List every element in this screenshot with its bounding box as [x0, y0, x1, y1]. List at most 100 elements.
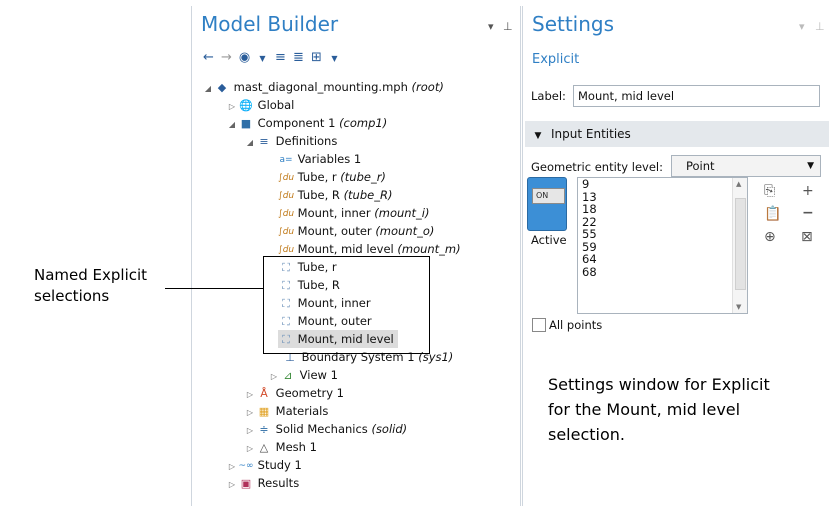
tree-item-variables[interactable]: a= Variables 1: [278, 150, 361, 168]
entity-level-caption: Geometric entity level:: [531, 160, 663, 174]
scroll-thumb[interactable]: [735, 198, 746, 290]
settings-title: Settings: [532, 12, 615, 36]
section-title: Input Entities: [551, 127, 631, 141]
tree-item-tag: (solid): [371, 422, 408, 436]
tree-item-study[interactable]: ▷ ~∞ Study 1: [226, 456, 302, 474]
list-item[interactable]: 59: [578, 240, 747, 254]
copy-icon[interactable]: ⎘: [764, 183, 775, 199]
list-item[interactable]: 55: [578, 228, 747, 241]
add-icon[interactable]: +: [802, 183, 814, 199]
integration-icon: ∫du: [278, 208, 295, 219]
tree-item-label: Component 1: [257, 116, 336, 130]
tree-item-label: Mount, mid level: [297, 242, 394, 256]
annotation-text: selection.: [548, 425, 625, 444]
integration-icon: ∫du: [278, 190, 295, 201]
list-item[interactable]: 68: [578, 265, 747, 279]
integration-icon: ∫du: [278, 172, 295, 183]
tree-item-global[interactable]: ▷ 🌐 Global: [226, 96, 294, 114]
tree-item-tag: (root): [411, 80, 444, 94]
tree-item-label: View 1: [299, 368, 338, 382]
list-item[interactable]: 64: [578, 253, 747, 266]
results-icon: ▣: [240, 476, 252, 490]
label-caption: Label:: [531, 89, 566, 103]
tree-item-label: Results: [257, 476, 300, 490]
active-label: Active: [531, 233, 567, 247]
tree-item-root[interactable]: ◢ ◆ mast_diagonal_mounting.mph (root): [202, 78, 444, 96]
tree-item-definitions[interactable]: ◢ ≡ Definitions: [244, 132, 337, 150]
component-icon: ■: [240, 116, 252, 130]
tree-item-results[interactable]: ▷ ▣ Results: [226, 474, 299, 492]
annotation-text: Named Explicit: [34, 266, 148, 284]
tree-item-mesh[interactable]: ▷ △ Mesh 1: [244, 438, 317, 456]
all-points-checkbox[interactable]: [532, 318, 546, 332]
show-icon[interactable]: ◉: [237, 50, 255, 65]
tree-item-materials[interactable]: ▷ ▦ Materials: [244, 402, 328, 420]
definitions-icon: ≡: [259, 134, 269, 148]
collapse-arrow-icon[interactable]: ◢: [244, 134, 256, 152]
zoom-to-selection-icon[interactable]: ⊕: [764, 229, 776, 245]
forward-arrow-icon[interactable]: →: [219, 50, 237, 65]
back-arrow-icon[interactable]: ←: [201, 50, 219, 65]
expand-arrow-icon[interactable]: ▷: [226, 476, 238, 494]
panel-menu-icon[interactable]: ▾: [488, 20, 494, 33]
integration-icon: ∫du: [278, 226, 295, 237]
entity-level-select[interactable]: Point ▼: [671, 155, 821, 177]
paste-icon[interactable]: 📋: [764, 206, 781, 222]
list-item[interactable]: 9: [578, 178, 747, 191]
tree-item-integration-mount-outer[interactable]: ∫du Mount, outer (mount_o): [278, 222, 434, 240]
scroll-up-icon[interactable]: ▲: [736, 180, 741, 188]
collapse-arrow-icon: ▼: [534, 131, 542, 141]
list-item[interactable]: 13: [578, 190, 747, 204]
tree-item-solid-mechanics[interactable]: ▷ ≑ Solid Mechanics (solid): [244, 420, 407, 438]
tree-item-label: Variables 1: [297, 152, 362, 166]
tree-item-tag: (mount_o): [375, 224, 435, 238]
pin-icon[interactable]: ⊥: [503, 20, 513, 33]
dropdown-arrow-icon: ▼: [807, 161, 814, 171]
list-item[interactable]: 18: [578, 203, 747, 216]
pin-icon[interactable]: ⊥: [815, 20, 825, 33]
tree-item-integration-tube-R[interactable]: ∫du Tube, R (tube_R): [278, 186, 392, 204]
panel-menu-icon[interactable]: ▾: [799, 20, 805, 33]
settings-subtitle: Explicit: [532, 52, 580, 67]
annotation-text: Settings window for Explicit: [548, 375, 770, 394]
list-scrollbar[interactable]: ▲ ▼: [732, 178, 747, 313]
show-dropdown-icon[interactable]: ▼: [255, 54, 273, 63]
collapse-arrow-icon[interactable]: ◢: [202, 80, 214, 98]
annotation-right: Settings window for Explicit for the Mou…: [548, 372, 770, 447]
label-field[interactable]: Mount, mid level: [573, 85, 820, 107]
solid-mechanics-icon: ≑: [259, 422, 269, 436]
tree-item-integration-mount-inner[interactable]: ∫du Mount, inner (mount_i): [278, 204, 430, 222]
annotation-text: for the Mount, mid level: [548, 400, 741, 419]
annotation-leader-line: [165, 288, 263, 289]
tree-item-view[interactable]: ▷ ⊿ View 1: [268, 366, 338, 384]
remove-icon[interactable]: −: [802, 205, 814, 221]
tree-item-integration-tube-r[interactable]: ∫du Tube, r (tube_r): [278, 168, 386, 186]
scroll-down-icon[interactable]: ▼: [736, 303, 741, 311]
tree-item-component[interactable]: ◢ ■ Component 1 (comp1): [226, 114, 387, 132]
model-builder-title: Model Builder: [201, 12, 339, 36]
integration-icon: ∫du: [278, 244, 295, 255]
tree-item-label: Global: [257, 98, 295, 112]
geometry-icon: Å: [260, 386, 268, 400]
clear-selection-icon[interactable]: ⊠: [801, 229, 813, 245]
collapse-icon[interactable]: ≡: [273, 50, 291, 65]
entity-level-value: Point: [686, 159, 715, 173]
tree-item-tag: (tube_R): [343, 188, 393, 202]
tree-item-label: Geometry 1: [275, 386, 344, 400]
all-points-label: All points: [549, 318, 603, 332]
collapse-arrow-icon[interactable]: ◢: [226, 116, 238, 134]
entity-list[interactable]: 9 13 18 22 55 59 64 68 ▲ ▼: [577, 177, 748, 314]
study-icon: ~∞: [238, 460, 254, 471]
tree-item-label: Study 1: [257, 458, 302, 472]
tree-options-icon[interactable]: ⊞: [309, 50, 327, 65]
tree-item-label: Mesh 1: [275, 440, 317, 454]
tree-item-tag: (mount_i): [374, 206, 430, 220]
list-item[interactable]: 22: [578, 215, 747, 229]
input-entities-section-header[interactable]: ▼ Input Entities: [525, 121, 829, 147]
active-toggle[interactable]: ON: [527, 177, 567, 231]
toggle-switch: ON: [532, 188, 565, 204]
tree-options-dropdown-icon[interactable]: ▼: [327, 54, 345, 63]
tree-item-geometry[interactable]: ▷ Å Geometry 1: [244, 384, 344, 402]
expand-icon[interactable]: ≣: [291, 50, 309, 65]
annotation-left: Named Explicit selections: [34, 265, 147, 307]
